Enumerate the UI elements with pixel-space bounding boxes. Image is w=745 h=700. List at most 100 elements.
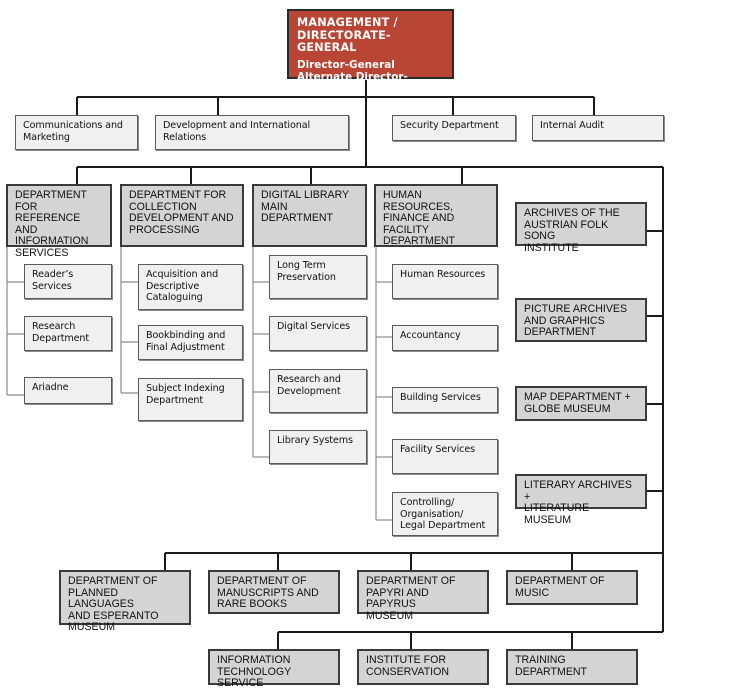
label-line: DEPARTMENT xyxy=(524,326,597,339)
unit-bookbinding-final-adjustment[interactable]: Bookbinding and Final Adjustment xyxy=(138,325,243,360)
label-line: DIGITAL LIBRARY xyxy=(261,189,350,201)
label-line: LITERATURE MUSEUM xyxy=(524,502,590,526)
dept-reference-information-services[interactable]: DEPARTMENT FOR REFERENCE AND INFORMATION… xyxy=(6,184,112,259)
dept-digital-library[interactable]: DIGITAL LIBRARY MAIN DEPARTMENT xyxy=(252,184,367,247)
unit-digital-services[interactable]: Digital Services xyxy=(269,316,367,351)
unit-library-systems[interactable]: Library Systems xyxy=(269,430,367,464)
dept-human-resources-finance-facility[interactable]: HUMAN RESOURCES, FINANCE AND FACILITY DE… xyxy=(374,184,498,247)
label-line: INSTITUTE FOR xyxy=(366,654,447,666)
label-line: Relations xyxy=(163,131,207,143)
label-line: Research xyxy=(32,321,76,332)
unit-accountancy[interactable]: Accountancy xyxy=(392,325,498,351)
label-line: PICTURE ARCHIVES xyxy=(524,303,628,315)
label-line: DEPARTMENT FOR xyxy=(129,189,227,201)
label-line: Controlling/ xyxy=(400,497,455,508)
management-role-alternate-director-general: Alternate Director-General xyxy=(297,70,408,95)
label-line: PAPYRI AND PAPYRUS xyxy=(366,586,429,611)
label-line: Bookbinding and xyxy=(146,330,226,341)
label-line: ARCHIVES OF THE xyxy=(524,207,620,219)
org-chart: MANAGEMENT / DIRECTORATE-GENERAL Directo… xyxy=(0,0,745,700)
label-line: Internal Audit xyxy=(540,120,604,131)
staff-unit-communications-marketing[interactable]: Communications and Marketing xyxy=(15,115,138,150)
dept-information-technology-service[interactable]: INFORMATION TECHNOLOGY SERVICE xyxy=(208,649,340,689)
label-line: DEPARTMENT OF xyxy=(366,575,456,587)
dept-papyri-papyrus-museum[interactable]: DEPARTMENT OF PAPYRI AND PAPYRUS MUSEUM xyxy=(357,570,489,621)
label-line: Security Department xyxy=(400,120,499,131)
label-line: AUSTRIAN FOLK SONG xyxy=(524,218,609,243)
dept-collection-development-processing[interactable]: DEPARTMENT FOR COLLECTION DEVELOPMENT AN… xyxy=(120,184,244,247)
label-line: Long Term xyxy=(277,260,326,271)
label-line: PROCESSING xyxy=(129,223,200,236)
label-line: RARE BOOKS xyxy=(217,598,288,611)
dept-austrian-folk-song-archives[interactable]: ARCHIVES OF THE AUSTRIAN FOLK SONG INSTI… xyxy=(515,202,647,253)
dept-picture-archives-graphics[interactable]: PICTURE ARCHIVES AND GRAPHICS DEPARTMENT xyxy=(515,298,647,342)
label-line: Department xyxy=(32,332,90,344)
unit-research-and-development[interactable]: Research and Development xyxy=(269,369,367,413)
label-line: Legal Department xyxy=(400,520,486,531)
label-line: INFORMATION xyxy=(217,654,291,666)
management-title-line-1: MANAGEMENT / xyxy=(297,16,398,29)
label-line: MUSEUM xyxy=(68,621,116,634)
label-line: Ariadne xyxy=(32,382,69,393)
label-line: Preservation xyxy=(277,271,336,283)
staff-unit-development-international-relations[interactable]: Development and International Relations xyxy=(155,115,349,150)
dept-map-globe-museum[interactable]: MAP DEPARTMENT + GLOBE MUSEUM xyxy=(515,386,647,421)
unit-ariadne[interactable]: Ariadne xyxy=(24,377,112,404)
dept-institute-for-conservation[interactable]: INSTITUTE FOR CONSERVATION xyxy=(357,649,489,685)
unit-research-department[interactable]: Research Department xyxy=(24,316,112,351)
label-line: CONSERVATION xyxy=(366,665,449,678)
label-line: MUSEUM xyxy=(366,609,414,622)
unit-controlling-organisation-legal[interactable]: Controlling/ Organisation/ Legal Departm… xyxy=(392,492,498,536)
label-line: TRAINING xyxy=(515,654,566,666)
label-line: GLOBE MUSEUM xyxy=(524,402,611,415)
dept-planned-languages-esperanto[interactable]: DEPARTMENT OF PLANNED LANGUAGES AND ESPE… xyxy=(59,570,191,633)
management-title-line-2: DIRECTORATE-GENERAL xyxy=(297,28,391,54)
label-line: MAP DEPARTMENT + xyxy=(524,391,631,403)
staff-unit-security-department[interactable]: Security Department xyxy=(392,115,516,141)
label-line: DEPARTMENT OF xyxy=(217,575,307,587)
label-line: Final Adjustment xyxy=(146,341,225,353)
unit-subject-indexing-department[interactable]: Subject Indexing Department xyxy=(138,378,243,421)
label-line: Human Resources xyxy=(400,269,486,280)
dept-music[interactable]: DEPARTMENT OF MUSIC xyxy=(506,570,638,605)
unit-acquisition-descriptive-cataloguing[interactable]: Acquisition and Descriptive Cataloguing xyxy=(138,264,243,310)
label-line: Reader’s xyxy=(32,269,74,280)
label-line: Building Services xyxy=(400,392,481,403)
label-line: DEPARTMENT xyxy=(515,665,588,678)
label-line: Descriptive xyxy=(146,280,200,292)
label-line: MAIN DEPARTMENT xyxy=(261,200,334,225)
staff-unit-internal-audit[interactable]: Internal Audit xyxy=(532,115,664,141)
label-line: Marketing xyxy=(23,131,70,143)
management-box[interactable]: MANAGEMENT / DIRECTORATE-GENERAL Directo… xyxy=(287,9,454,95)
label-line: PLANNED LANGUAGES xyxy=(68,586,134,611)
label-line: Accountancy xyxy=(400,330,461,341)
label-line: MUSIC xyxy=(515,586,550,599)
label-line: SERVICES xyxy=(15,246,69,259)
label-line: REFERENCE AND xyxy=(15,212,81,236)
unit-human-resources[interactable]: Human Resources xyxy=(392,264,498,299)
unit-long-term-preservation[interactable]: Long Term Preservation xyxy=(269,255,367,299)
label-line: HUMAN RESOURCES, xyxy=(383,189,454,213)
unit-readers-services[interactable]: Reader’s Services xyxy=(24,264,112,299)
label-line: Facility Services xyxy=(400,444,476,455)
dept-literary-archives-literature-museum[interactable]: LITERARY ARCHIVES + LITERATURE MUSEUM xyxy=(515,474,647,526)
dept-manuscripts-rare-books[interactable]: DEPARTMENT OF MANUSCRIPTS AND RARE BOOKS xyxy=(208,570,340,614)
label-line: Organisation/ xyxy=(400,508,464,520)
label-line: DEPARTMENT xyxy=(383,235,456,248)
label-line: Department xyxy=(146,394,204,406)
management-role-director-general: Director-General xyxy=(297,58,395,71)
label-line: Communications and xyxy=(23,120,123,131)
unit-building-services[interactable]: Building Services xyxy=(392,387,498,413)
label-line: Library Systems xyxy=(277,435,353,446)
label-line: Digital Services xyxy=(277,321,351,332)
label-line: DEPARTMENT FOR xyxy=(15,189,87,213)
label-line: DEPARTMENT OF xyxy=(515,575,605,587)
label-line: TECHNOLOGY SERVICE xyxy=(217,665,291,690)
label-line: Research and xyxy=(277,374,341,385)
label-line: INSTITUTE xyxy=(524,241,579,254)
dept-training[interactable]: TRAINING DEPARTMENT xyxy=(506,649,638,685)
label-line: Development xyxy=(277,385,341,397)
label-line: Acquisition and xyxy=(146,269,219,280)
unit-facility-services[interactable]: Facility Services xyxy=(392,439,498,474)
label-line: Services xyxy=(32,280,72,292)
